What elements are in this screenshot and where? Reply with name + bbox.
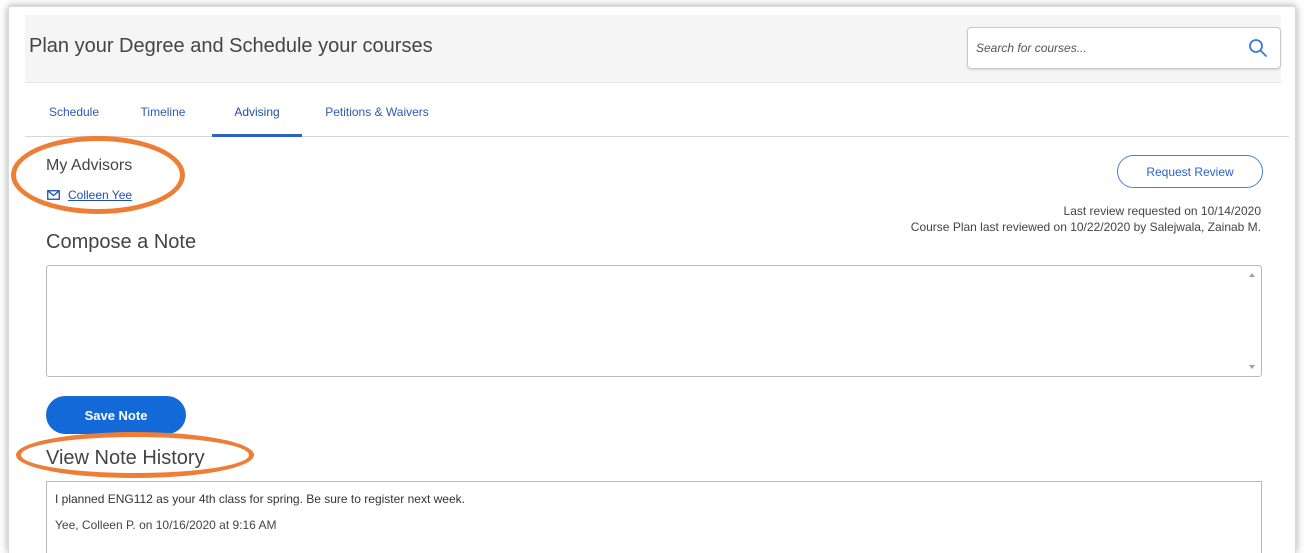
note-text: I planned ENG112 as your 4th class for s…	[55, 492, 465, 506]
last-review-requested: Last review requested on 10/14/2020	[1063, 204, 1261, 218]
last-reviewed: Course Plan last reviewed on 10/22/2020 …	[910, 220, 1261, 234]
textarea-scrollbar[interactable]	[1245, 267, 1260, 375]
tab-advising[interactable]: Advising	[212, 99, 302, 137]
review-info: Last review requested on 10/14/2020 Cour…	[911, 203, 1261, 235]
page-header: Plan your Degree and Schedule your cours…	[25, 15, 1281, 83]
mail-icon	[47, 190, 60, 200]
note-textarea[interactable]	[46, 265, 1262, 377]
advisor-name[interactable]: Colleen Yee	[68, 188, 132, 202]
request-review-button[interactable]: Request Review	[1117, 155, 1263, 188]
tab-schedule[interactable]: Schedule	[45, 99, 103, 137]
note-author-date: Yee, Colleen P. on 10/16/2020 at 9:16 AM	[55, 518, 277, 532]
scroll-up-arrow-icon[interactable]	[1249, 273, 1255, 277]
note-history-title[interactable]: View Note History	[46, 447, 205, 470]
page-title: Plan your Degree and Schedule your cours…	[29, 35, 433, 57]
search-input[interactable]	[976, 36, 1236, 60]
search-icon[interactable]	[1248, 38, 1268, 58]
compose-note-title: Compose a Note	[46, 231, 197, 253]
search-box[interactable]	[967, 27, 1281, 69]
tab-petitions-waivers[interactable]: Petitions & Waivers	[319, 99, 435, 137]
note-history-box: I planned ENG112 as your 4th class for s…	[46, 481, 1262, 553]
tab-bar: Schedule Timeline Advising Petitions & W…	[25, 99, 1289, 137]
advisor-link[interactable]: Colleen Yee	[47, 187, 132, 203]
app-window: Plan your Degree and Schedule your cours…	[8, 6, 1296, 553]
advisors-title: My Advisors	[46, 157, 133, 174]
scroll-down-arrow-icon[interactable]	[1249, 365, 1255, 369]
save-note-button[interactable]: Save Note	[46, 396, 186, 434]
tab-timeline[interactable]: Timeline	[133, 99, 193, 137]
